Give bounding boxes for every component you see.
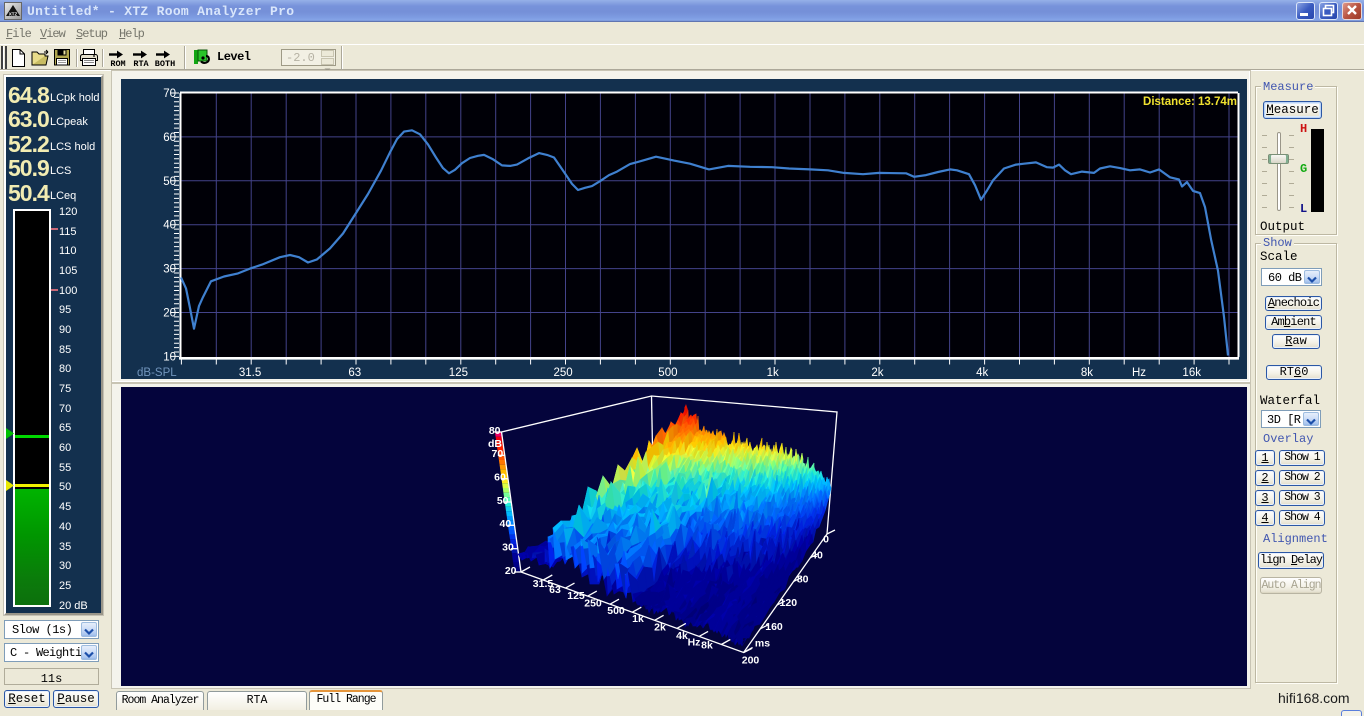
svg-text:ms: ms: [755, 638, 770, 650]
svg-text:250: 250: [584, 598, 602, 610]
svg-text:40: 40: [500, 518, 512, 530]
svg-text:Hz: Hz: [688, 637, 701, 649]
svg-text:50: 50: [497, 495, 509, 507]
svg-text:80: 80: [797, 573, 809, 585]
svg-text:0: 0: [823, 534, 829, 546]
svg-text:500: 500: [607, 605, 625, 617]
svg-text:dB: dB: [488, 438, 502, 450]
svg-text:4k: 4k: [676, 630, 688, 642]
svg-text:8k: 8k: [701, 640, 713, 652]
svg-text:70: 70: [492, 448, 504, 460]
svg-text:63: 63: [549, 584, 561, 596]
svg-text:40: 40: [811, 550, 823, 562]
svg-text:80: 80: [489, 425, 501, 437]
svg-text:60: 60: [494, 472, 506, 484]
svg-text:30: 30: [502, 542, 514, 554]
svg-text:125: 125: [567, 590, 585, 602]
svg-text:1k: 1k: [632, 613, 644, 625]
svg-text:120: 120: [780, 597, 798, 609]
svg-text:200: 200: [742, 655, 760, 667]
svg-text:160: 160: [765, 621, 783, 633]
svg-text:2k: 2k: [654, 622, 666, 634]
svg-text:20: 20: [505, 565, 517, 577]
